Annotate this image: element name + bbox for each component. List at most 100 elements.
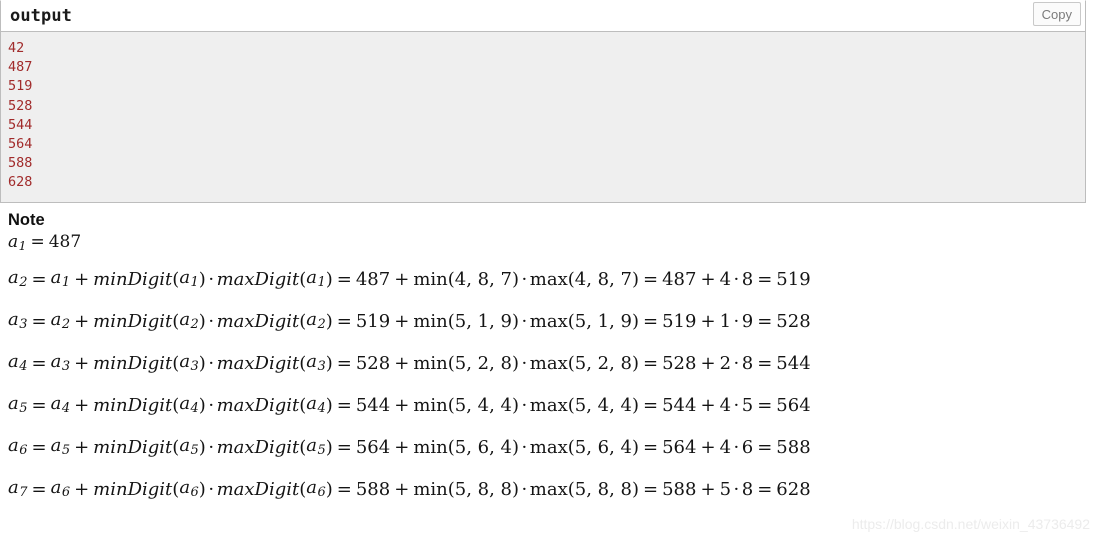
math-operator-equals: = — [31, 352, 47, 374]
math-operator-cdot: · — [733, 394, 740, 416]
output-line: 628 — [8, 174, 33, 191]
math-operator-min: min — [413, 310, 448, 332]
math-operator-plus: + — [700, 394, 716, 416]
math-operator-equals: = — [31, 268, 47, 290]
math-variable: a1 — [179, 266, 199, 291]
math-operator-plus: + — [700, 310, 716, 332]
math-number: 4 — [719, 268, 732, 290]
math-operator-cdot: · — [208, 478, 215, 500]
math-variable: a1 — [8, 232, 27, 254]
math-operator-equals: = — [31, 436, 47, 458]
math-number: 519 — [662, 310, 697, 332]
math-operator-cdot: · — [208, 394, 215, 416]
math-number: 588 — [776, 436, 811, 458]
math-function-mindigit: minDigit — [93, 352, 173, 374]
math-variable: a4 — [8, 350, 28, 375]
copy-button-label: Copy — [1041, 6, 1072, 22]
output-line: 42 — [8, 40, 25, 56]
math-operator-plus: + — [394, 310, 410, 332]
site-watermark: https://blog.csdn.net/weixin_43736492 — [851, 516, 1090, 532]
math-operator-min: min — [413, 436, 448, 458]
math-equation-row: a6 = a5 + minDigit(a5) · maxDigit(a5) = 564 + min(… — [8, 434, 811, 459]
math-function-maxdigit: maxDigit — [216, 436, 300, 458]
math-operator-plus: + — [74, 268, 90, 290]
output-line: 544 — [8, 116, 33, 133]
math-operator-equals: = — [336, 268, 352, 290]
math-operator-min: min — [413, 352, 448, 374]
math-operator-equals: = — [336, 478, 352, 500]
math-number: 519 — [355, 310, 391, 332]
math-operator-cdot: · — [208, 352, 215, 374]
math-operator-equals: = — [643, 352, 659, 374]
math-operator-plus: + — [700, 352, 716, 374]
math-number: 588 — [662, 478, 697, 500]
math-equation-row: a5 = a4 + minDigit(a4) · maxDigit(a4) = 544 + min(… — [8, 392, 811, 417]
math-number: 528 — [662, 352, 697, 374]
math-operator-cdot: · — [521, 478, 528, 500]
math-function-mindigit: minDigit — [93, 478, 173, 500]
math-operator-equals: = — [643, 268, 659, 290]
math-number: 487 — [662, 268, 697, 290]
output-line: 519 — [8, 78, 33, 95]
math-number: 544 — [776, 352, 811, 374]
math-variable: a5 — [306, 434, 326, 459]
math-number: 544 — [355, 394, 391, 416]
math-number: 5 — [719, 478, 732, 500]
math-number: 487 — [355, 268, 391, 290]
math-operator-max: max — [529, 268, 568, 290]
math-operator-plus: + — [700, 478, 716, 500]
math-operator-equals: = — [757, 478, 773, 500]
math-variable: a4 — [306, 392, 326, 417]
math-operator-max: max — [529, 436, 568, 458]
math-operator-plus: + — [74, 436, 90, 458]
math-operator-cdot: · — [733, 436, 740, 458]
math-equation-row: a7 = a6 + minDigit(a6) · maxDigit(a6) = 588 + min(… — [8, 476, 811, 501]
math-variable: a3 — [179, 350, 199, 375]
math-operator-plus: + — [74, 352, 90, 374]
math-operator-equals: = — [336, 394, 352, 416]
math-operator-cdot: · — [208, 310, 215, 332]
math-operator-max: max — [529, 478, 568, 500]
math-variable: a6 — [8, 434, 28, 459]
copy-button[interactable]: Copy — [1032, 2, 1081, 26]
math-operator-plus: + — [74, 478, 90, 500]
math-equation-a1: a1 = 487 — [8, 234, 1088, 253]
note-heading: Note — [8, 211, 45, 229]
math-operator-equals: = — [643, 310, 659, 332]
math-operator-cdot: · — [733, 352, 740, 374]
math-operator-plus: + — [700, 268, 716, 290]
output-line: 528 — [8, 97, 33, 114]
math-number: 4 — [719, 436, 732, 458]
math-operator-plus: + — [74, 394, 90, 416]
math-operator-cdot: · — [521, 310, 528, 332]
math-operator-cdot: · — [521, 394, 528, 416]
math-variable: a2 — [50, 308, 71, 333]
output-code-block: output Copy 42 487 519 528 544 564 588 6… — [0, 0, 1086, 203]
math-variable: a3 — [8, 308, 28, 333]
math-operator-equals: = — [757, 394, 773, 416]
math-operator-equals: = — [336, 310, 352, 332]
math-number: 564 — [662, 436, 697, 458]
math-operator-equals: = — [643, 478, 659, 500]
math-operator-equals: = — [643, 394, 659, 416]
math-number: 588 — [355, 478, 391, 500]
math-number: 528 — [776, 310, 811, 332]
output-line: 487 — [8, 59, 33, 76]
math-equation-row: a3 = a2 + minDigit(a2) · maxDigit(a2) = 519 + min(… — [8, 308, 811, 333]
math-operator-plus: + — [394, 352, 410, 374]
math-operator-equals: = — [336, 436, 352, 458]
math-variable: a4 — [179, 392, 199, 417]
math-equation-row: a4 = a3 + minDigit(a3) · maxDigit(a3) = 528 + min(… — [8, 350, 811, 375]
math-operator-cdot: · — [208, 436, 215, 458]
math-operator-plus: + — [394, 268, 410, 290]
math-number: 628 — [776, 478, 811, 500]
output-line: 564 — [8, 136, 33, 153]
math-operator-plus: + — [394, 436, 410, 458]
math-operator-plus: + — [700, 436, 716, 458]
math-variable: a2 — [179, 308, 199, 333]
math-operator-cdot: · — [521, 268, 528, 290]
code-block-body[interactable]: 42 487 519 528 544 564 588 628 — [0, 31, 1086, 203]
math-operator-cdot: · — [521, 352, 528, 374]
math-function-maxdigit: maxDigit — [216, 268, 300, 290]
math-variable: a2 — [8, 266, 28, 291]
